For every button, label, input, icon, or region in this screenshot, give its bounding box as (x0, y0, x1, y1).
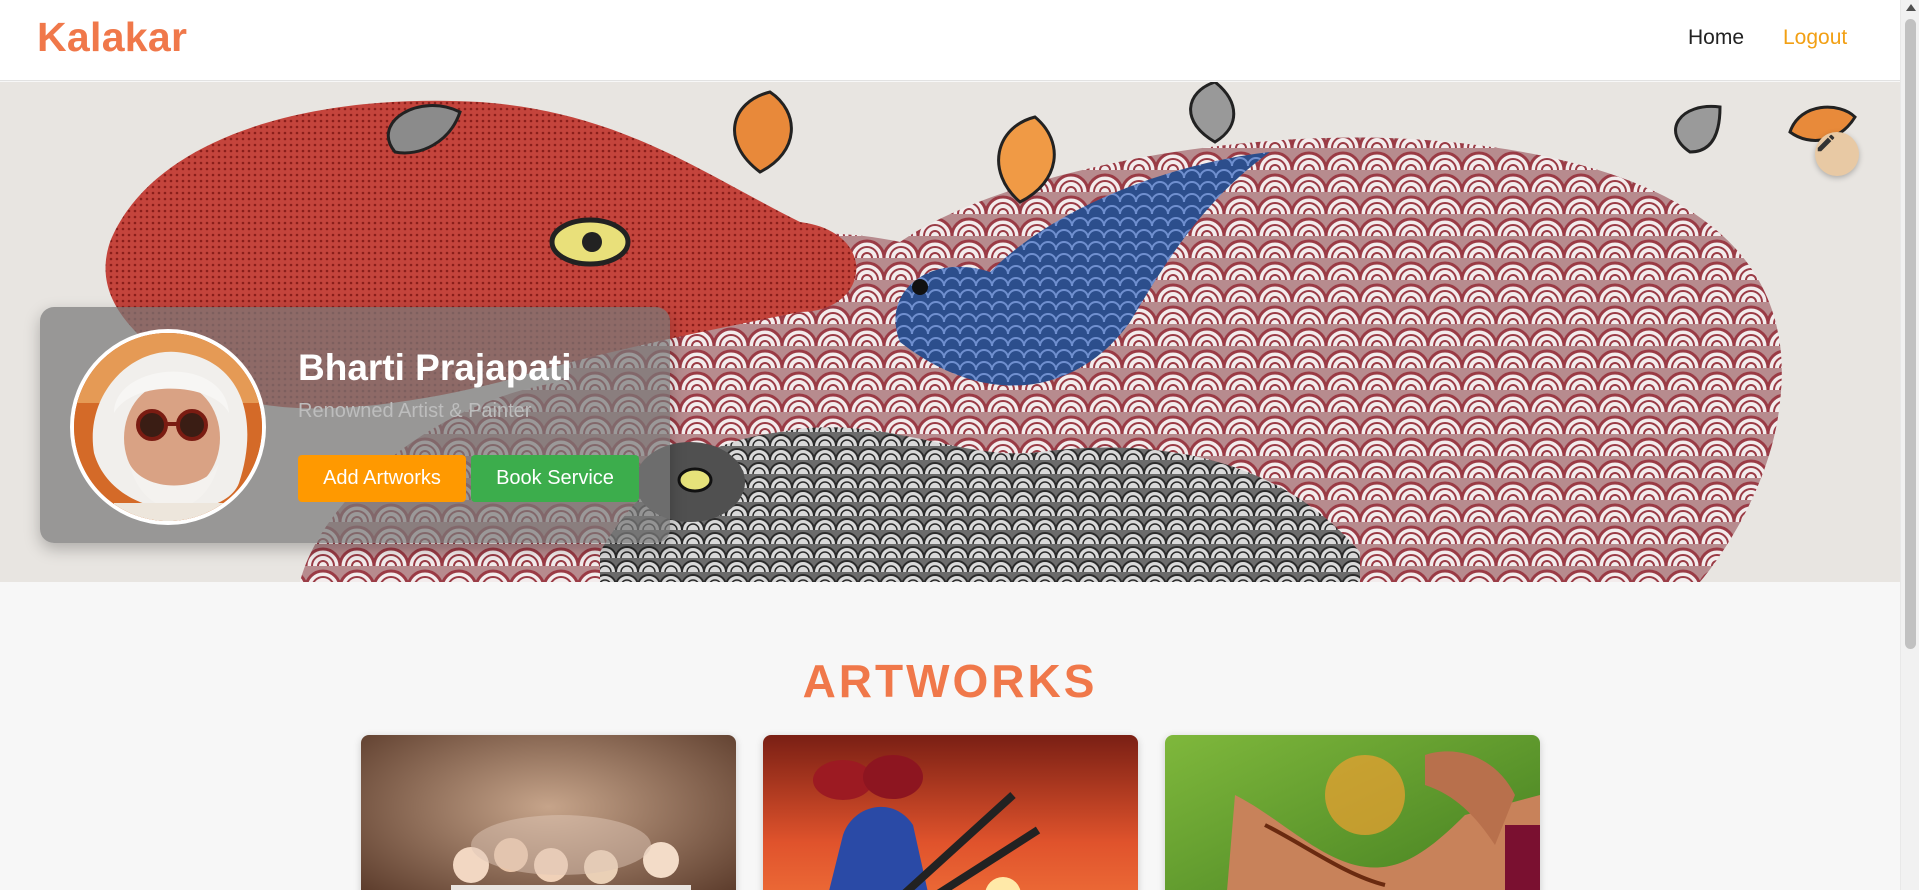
edit-cover-button[interactable] (1815, 132, 1859, 176)
site-logo[interactable]: Kalakar (37, 14, 187, 61)
scrollbar-thumb[interactable] (1905, 19, 1916, 649)
artwork-card[interactable] (1165, 735, 1540, 890)
profile-name: Bharti Prajapati (298, 347, 572, 388)
artwork-card[interactable] (763, 735, 1138, 890)
pencil-icon (1817, 134, 1835, 152)
cover-banner: Bharti Prajapati Renowned Artist & Paint… (0, 82, 1900, 582)
scroll-up-arrow-icon[interactable] (1906, 4, 1916, 11)
artworks-heading: ARTWORKS (802, 655, 1098, 707)
profile-subtitle: Renowned Artist & Painter (298, 400, 532, 422)
profile-card: Bharti Prajapati Renowned Artist & Paint… (40, 307, 670, 543)
top-navbar: Kalakar Home Logout (0, 0, 1900, 81)
profile-avatar (70, 329, 266, 525)
nav-home-link[interactable]: Home (1688, 26, 1744, 50)
page-scrollbar[interactable] (1900, 0, 1919, 890)
artwork-card[interactable] (361, 735, 736, 890)
artwork-image-musicians (763, 735, 1138, 890)
artwork-image-mehndi (1165, 735, 1540, 890)
artist-portrait-image (74, 333, 262, 521)
artwork-image-holi (361, 735, 736, 890)
book-service-button[interactable]: Book Service (471, 455, 639, 502)
add-artworks-button[interactable]: Add Artworks (298, 455, 466, 502)
nav-logout-link[interactable]: Logout (1783, 26, 1847, 50)
